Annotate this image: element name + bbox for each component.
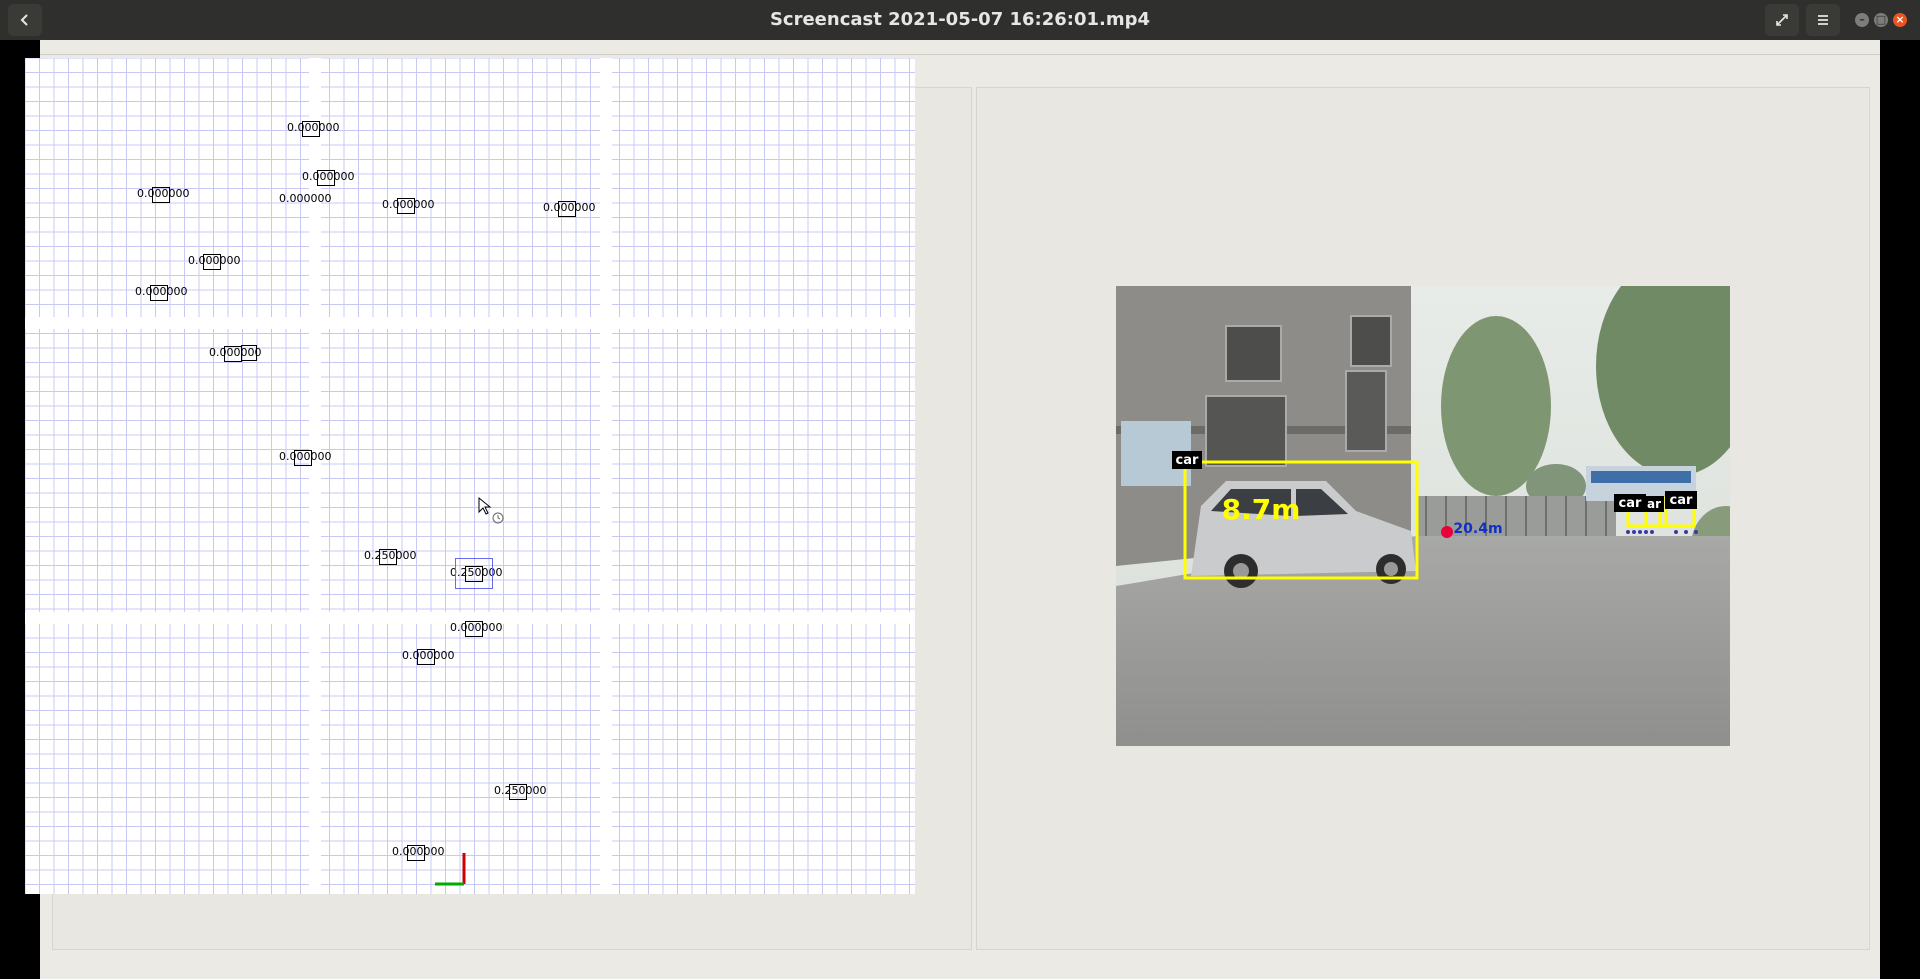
far-distance-label: 20.4m: [1453, 521, 1502, 537]
minimize-button[interactable]: –: [1855, 13, 1869, 27]
marker-label: 0.000000: [402, 649, 455, 662]
detection-label: ar: [1647, 497, 1661, 511]
back-button[interactable]: [8, 4, 42, 36]
close-button[interactable]: ×: [1893, 13, 1907, 27]
divider: [40, 54, 1880, 55]
marker-label: 0.000000: [543, 201, 596, 214]
title-bar: Screencast 2021-05-07 16:26:01.mp4 – □ ×: [0, 0, 1920, 40]
marker-label: 0.000000: [450, 621, 503, 634]
detection-label: car: [1670, 493, 1693, 508]
marker-label: 0.000000: [287, 121, 340, 134]
marker-label: 0.000000: [279, 192, 332, 205]
marker-label: 0.000000: [279, 450, 332, 463]
mouse-cursor-icon: [478, 496, 504, 524]
maximize-button[interactable]: □: [1874, 13, 1888, 27]
detection-label: car: [1619, 496, 1642, 511]
camera-image: car 8.7m 20.4m car ar car: [1116, 286, 1730, 746]
marker-label: 0.000000: [137, 187, 190, 200]
minimize-icon: –: [1859, 13, 1865, 26]
menu-button[interactable]: [1806, 4, 1840, 36]
hamburger-menu-icon: [1818, 15, 1828, 25]
marker-label: 0.000000: [302, 170, 355, 183]
marker-label: 0.000000: [382, 198, 435, 211]
map-grid: [25, 58, 915, 894]
map-canvas[interactable]: 0.000000 0.000000 0.000000 0.000000 0.000000…: [25, 58, 915, 894]
chevron-left-icon: [20, 14, 28, 26]
selected-marker[interactable]: [455, 558, 493, 589]
marker-label: 0.000000: [135, 285, 188, 298]
marker-label: 0.250000: [494, 784, 547, 797]
fullscreen-button[interactable]: [1765, 4, 1799, 36]
axis-origin: [435, 853, 466, 886]
camera-frame: car 8.7m 20.4m car ar car: [1116, 286, 1730, 746]
maximize-icon: □: [1875, 13, 1887, 26]
map-marker[interactable]: [241, 345, 257, 361]
fullscreen-icon: [1776, 14, 1788, 26]
window-title: Screencast 2021-05-07 16:26:01.mp4: [769, 9, 1151, 30]
close-icon: ×: [1895, 13, 1905, 26]
marker-label: 0.250000: [364, 549, 417, 562]
detection-label: car: [1176, 453, 1199, 468]
marker-label: 0.000000: [188, 254, 241, 267]
detection-distance: 8.7m: [1222, 493, 1301, 526]
